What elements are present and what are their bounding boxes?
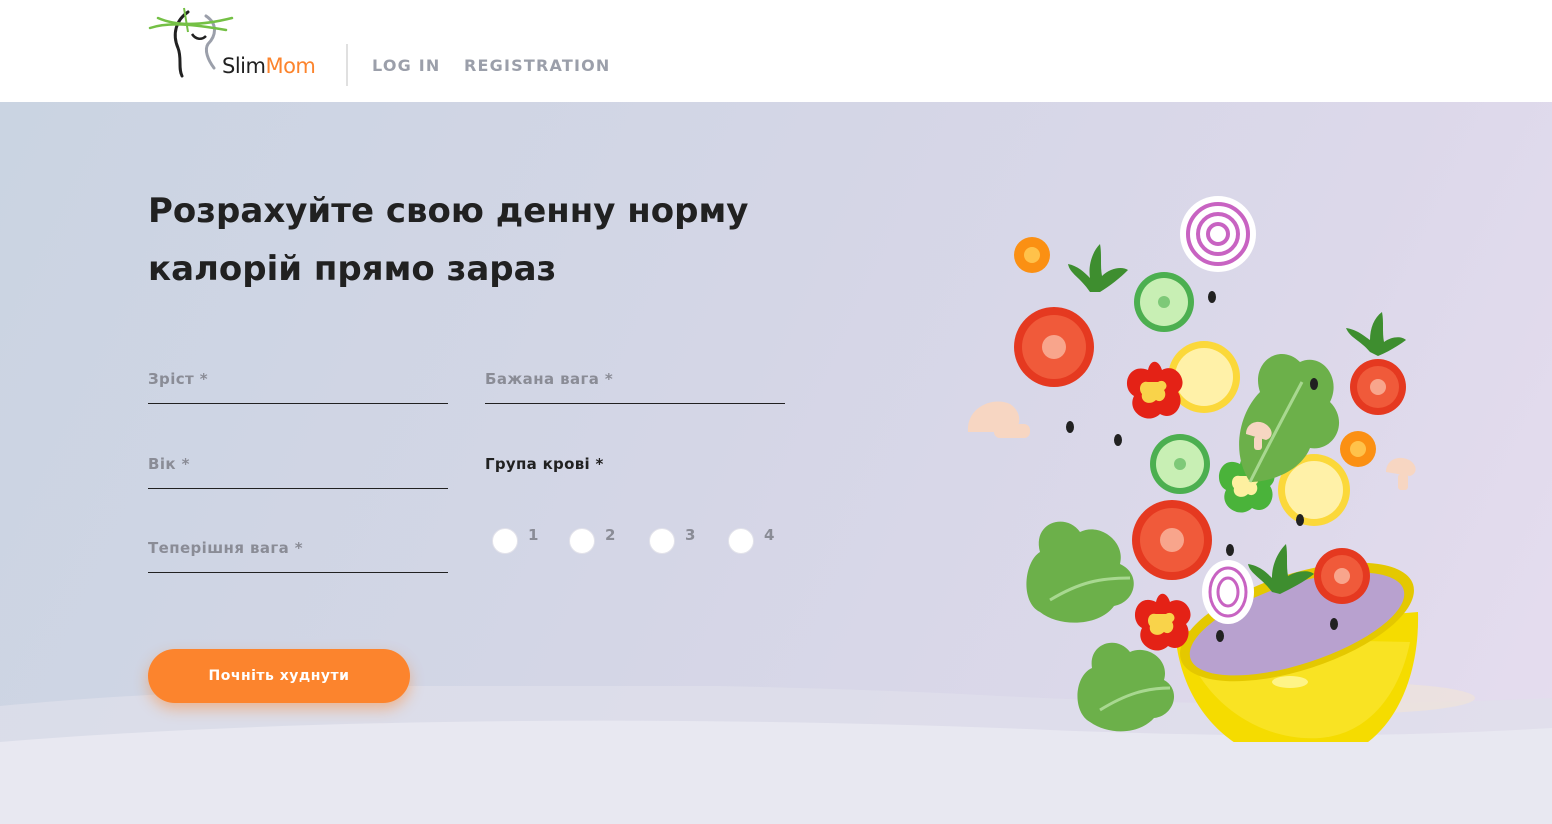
header-divider (346, 44, 348, 86)
login-link[interactable]: LOG IN (372, 56, 440, 75)
start-losing-weight-button[interactable]: Почніть худнути (148, 649, 410, 703)
radio-label: 2 (605, 526, 616, 544)
current-weight-field (148, 533, 448, 573)
header: SlimMom LOG IN REGISTRATION (0, 0, 1552, 102)
main-section: Розрахуйте свою денну норму калорій прям… (0, 102, 1552, 824)
height-field (148, 364, 448, 404)
blood-group-option-1[interactable]: 1 (492, 524, 552, 554)
page-title-line2: калорій прямо зараз (148, 249, 557, 289)
age-field (148, 449, 448, 489)
onion-slice-icon (1202, 560, 1254, 624)
logo[interactable]: SlimMom (148, 4, 328, 80)
radio-circle[interactable] (492, 528, 518, 554)
desired-weight-field (485, 364, 785, 404)
radio-circle[interactable] (569, 528, 595, 554)
blood-group-option-2[interactable]: 2 (569, 524, 629, 554)
height-input[interactable] (148, 364, 448, 403)
logo-text: SlimMom (222, 54, 316, 78)
radio-label: 3 (685, 526, 696, 544)
radio-label: 1 (528, 526, 539, 544)
age-input[interactable] (148, 449, 448, 488)
radio-label: 4 (764, 526, 775, 544)
salad-bowl-illustration (967, 196, 1475, 742)
logo-text-mom: Mom (265, 54, 316, 78)
registration-link[interactable]: REGISTRATION (464, 56, 611, 75)
page-title: Розрахуйте свою денну норму калорій прям… (148, 182, 828, 298)
radio-circle[interactable] (649, 528, 675, 554)
radio-circle[interactable] (728, 528, 754, 554)
page-title-line1: Розрахуйте свою денну норму (148, 191, 749, 231)
blood-group-option-4[interactable]: 4 (728, 524, 788, 554)
blood-group-option-3[interactable]: 3 (649, 524, 709, 554)
logo-text-slim: Slim (222, 54, 266, 78)
current-weight-input[interactable] (148, 533, 448, 572)
blood-group-label: Група крові * (485, 455, 604, 473)
desired-weight-input[interactable] (485, 364, 785, 403)
onion-slice-icon (1180, 196, 1256, 272)
